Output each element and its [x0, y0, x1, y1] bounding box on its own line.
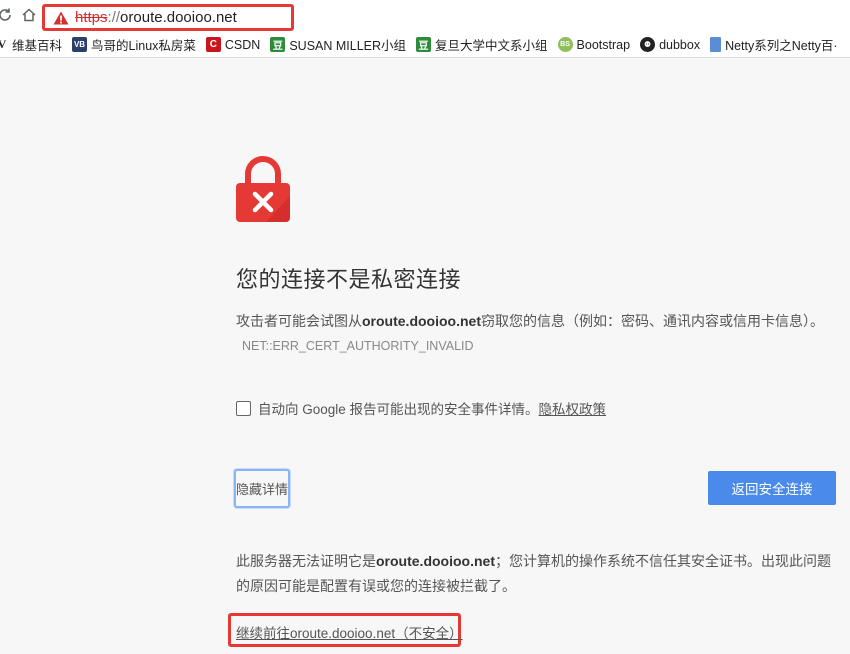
bookmark-label: CSDN	[224, 37, 261, 52]
bookmark-item[interactable]: 豆 复旦大学中文系小组	[416, 35, 548, 54]
bookmark-item[interactable]: VB 鸟哥的Linux私房菜	[72, 35, 196, 54]
github-icon	[640, 37, 656, 52]
bookmark-label: 鸟哥的Linux私房菜	[91, 39, 196, 53]
bookmark-item[interactable]: V 维基百科	[0, 35, 62, 54]
url-host: oroute.dooioo.net	[120, 9, 237, 26]
error-code: NET::ERR_CERT_AUTHORITY_INVALID	[242, 339, 474, 353]
page-title: 您的连接不是私密连接	[236, 267, 462, 292]
report-label: 自动向 Google 报告可能出现的安全事件详情。	[258, 402, 539, 417]
details-text-before: 此服务器无法证明它是	[236, 553, 376, 569]
bookmarks-bar: V 维基百科 VB 鸟哥的Linux私房菜 C CSDN 豆 SUSAN MIL…	[0, 32, 850, 58]
warning-icon	[53, 11, 69, 24]
details-host: oroute.dooioo.net	[376, 553, 495, 569]
url-scheme: https	[75, 9, 108, 26]
bookmark-item[interactable]: 豆 SUSAN MILLER小组	[270, 35, 406, 54]
csdn-icon: C	[205, 37, 221, 52]
bookmark-item[interactable]: Netty系列之Netty百·	[710, 35, 838, 54]
desc-host: oroute.dooioo.net	[362, 313, 481, 329]
wikipedia-icon: V	[0, 37, 6, 52]
proceed-unsafe-link[interactable]: 继续前往oroute.dooioo.net（不安全）	[236, 622, 463, 642]
desc-text-after: 窃取您的信息（例如：密码、通讯内容或信用卡信息）。	[480, 313, 824, 329]
bookmark-item[interactable]: BS Bootstrap	[557, 37, 631, 52]
interstitial-page: 您的连接不是私密连接 攻击者可能会试图从oroute.dooioo.net窃取您…	[0, 59, 850, 654]
browser-toolbar: https://oroute.dooioo.net	[0, 0, 850, 32]
desc-text-before: 攻击者可能会试图从	[236, 313, 362, 329]
bookmark-item[interactable]: C CSDN	[205, 37, 261, 52]
privacy-policy-link[interactable]: 隐私权政策	[539, 398, 607, 418]
error-description: 攻击者可能会试图从oroute.dooioo.net窃取您的信息（例如：密码、通…	[236, 309, 836, 358]
douban-icon: 豆	[270, 37, 286, 52]
hide-details-button[interactable]: 隐藏详情	[234, 469, 290, 508]
bootstrap-icon: BS	[557, 37, 573, 52]
home-icon[interactable]	[20, 7, 38, 25]
vbird-icon: VB	[72, 37, 88, 52]
douban-icon: 豆	[416, 37, 432, 52]
bookmark-item[interactable]: dubbox	[640, 37, 700, 52]
bookmark-label: SUSAN MILLER小组	[289, 39, 407, 53]
document-icon	[710, 37, 722, 52]
details-text: 此服务器无法证明它是oroute.dooioo.net；您计算机的操作系统不信任…	[236, 549, 836, 599]
lock-error-icon	[236, 156, 290, 222]
bookmark-label: Netty系列之Netty百·	[725, 39, 838, 53]
bookmark-label: Bootstrap	[576, 37, 631, 52]
report-option: 自动向 Google 报告可能出现的安全事件详情。 隐私权政策	[236, 398, 606, 418]
address-bar[interactable]: https://oroute.dooioo.net	[42, 4, 294, 31]
bookmark-label: dubbox	[659, 37, 701, 52]
url-separator: ://	[107, 9, 121, 26]
reload-icon[interactable]	[0, 7, 14, 25]
back-to-safety-button[interactable]: 返回安全连接	[708, 471, 836, 505]
report-checkbox[interactable]	[236, 400, 251, 416]
bookmark-label: 维基百科	[12, 39, 63, 53]
bookmark-label: 复旦大学中文系小组	[435, 39, 548, 53]
